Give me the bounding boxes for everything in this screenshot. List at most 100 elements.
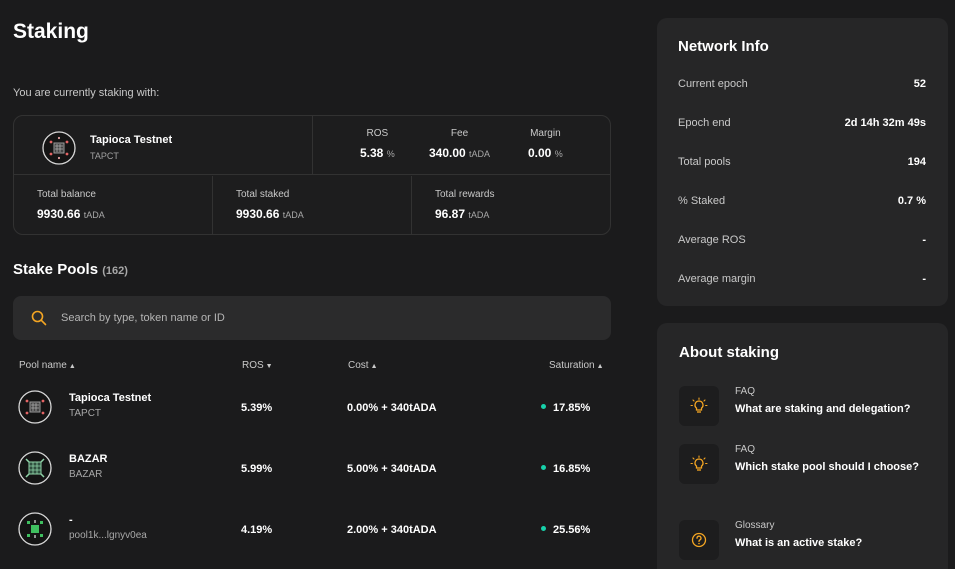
faq-category: FAQ xyxy=(735,386,756,397)
column-header-ros[interactable]: ROS ▼ xyxy=(242,360,273,371)
table-row[interactable]: Tapioca Testnet TAPCT 5.39% 0.00% + 340t… xyxy=(13,384,611,434)
cost-header-label: Cost xyxy=(348,360,369,371)
network-info-row: Epoch end 2d 14h 32m 49s xyxy=(678,117,926,133)
total-balance-label: Total balance xyxy=(37,189,96,200)
network-info-label: Current epoch xyxy=(678,78,748,90)
lightbulb-icon xyxy=(690,455,708,471)
main-content: Staking You are currently staking with: … xyxy=(13,0,611,569)
network-info-value: 2d 14h 32m 49s xyxy=(844,117,926,129)
total-rewards-value: 96.87 xyxy=(435,207,466,221)
fee-stat: Fee 340.00 tADA xyxy=(429,128,490,160)
margin-stat-value: 0.00 xyxy=(528,146,552,160)
current-delegation-card: Tapioca Testnet TAPCT ROS 5.38 % Fee 340… xyxy=(13,115,611,235)
network-info-label: Average margin xyxy=(678,273,756,285)
pool-avatar xyxy=(18,390,52,424)
pool-cost: 5.00% + 340tADA xyxy=(347,463,437,475)
pool-name: Tapioca Testnet xyxy=(69,392,152,404)
saturation-value: 16.85% xyxy=(553,463,591,475)
network-info-row: % Staked 0.7 % xyxy=(678,195,926,211)
network-info-label: Average ROS xyxy=(678,234,746,246)
faq-category: FAQ xyxy=(735,444,756,455)
total-staked-value: 9930.66 xyxy=(236,207,280,221)
network-info-value: - xyxy=(922,273,926,285)
pool-search xyxy=(13,296,611,340)
saturation-status-dot xyxy=(541,526,546,531)
pool-avatar xyxy=(18,512,52,546)
search-icon xyxy=(31,310,47,326)
search-input[interactable] xyxy=(61,308,581,328)
pool-ticker: BAZAR xyxy=(69,469,103,480)
glossary-icon-box xyxy=(679,520,719,560)
table-row[interactable]: - pool1k...lgnyv0ea 4.19% 2.00% + 340tAD… xyxy=(13,506,611,556)
lightbulb-icon xyxy=(690,397,708,413)
network-info-value: 0.7 % xyxy=(897,195,926,207)
ros-stat-unit: % xyxy=(386,149,395,159)
saturation-value: 17.85% xyxy=(553,402,591,414)
faq-question: What are staking and delegation? xyxy=(735,403,911,415)
stake-pools-count: (162) xyxy=(102,265,128,277)
total-staked-unit: tADA xyxy=(282,210,304,220)
margin-stat-unit: % xyxy=(554,149,563,159)
fee-stat-label: Fee xyxy=(450,128,469,139)
pool-avatar xyxy=(18,451,52,485)
tapioca-pool-avatar xyxy=(42,131,76,165)
glossary-category: Glossary xyxy=(735,520,775,531)
network-info-card: Network Info Current epoch 52 Epoch end … xyxy=(657,18,948,306)
margin-stat-label: Margin xyxy=(530,128,561,139)
pool-cost: 0.00% + 340tADA xyxy=(347,402,437,414)
faq-item[interactable]: FAQ Which stake pool should I choose? xyxy=(679,444,934,492)
saturation-header-label: Saturation xyxy=(549,360,595,371)
network-info-title: Network Info xyxy=(678,38,769,55)
delegated-pool-name: Tapioca Testnet xyxy=(90,134,173,146)
network-info-label: % Staked xyxy=(678,195,726,207)
ros-stat: ROS 5.38 % xyxy=(360,128,395,160)
ros-header-label: ROS xyxy=(242,360,264,371)
about-staking-card: About staking FAQ What are staking and d… xyxy=(657,323,948,569)
total-rewards: Total rewards 96.87 tADA xyxy=(412,176,611,235)
total-balance: Total balance 9930.66 tADA xyxy=(14,176,213,235)
total-staked-label: Total staked xyxy=(236,189,290,200)
pool-saturation: 17.85% xyxy=(541,402,590,414)
pool-name: BAZAR xyxy=(69,453,108,465)
column-header-pool-name[interactable]: Pool name ▲ xyxy=(19,360,76,371)
total-rewards-unit: tADA xyxy=(468,210,490,220)
glossary-item[interactable]: Glossary What is an active stake? xyxy=(679,520,934,568)
sort-up-icon: ▲ xyxy=(68,363,76,370)
pool-name: - xyxy=(69,514,73,526)
column-header-saturation[interactable]: Saturation ▲ xyxy=(549,360,604,371)
network-info-row: Average ROS - xyxy=(678,234,926,250)
pool-name-header-label: Pool name xyxy=(19,360,67,371)
stake-pools-heading: Stake Pools xyxy=(13,261,99,278)
total-rewards-label: Total rewards xyxy=(435,189,495,200)
total-staked: Total staked 9930.66 tADA xyxy=(213,176,412,235)
fee-stat-unit: tADA xyxy=(469,149,491,159)
margin-stat: Margin 0.00 % xyxy=(528,128,563,160)
network-info-value: 194 xyxy=(907,156,926,168)
faq-item[interactable]: FAQ What are staking and delegation? xyxy=(679,386,934,434)
pool-ros: 5.39% xyxy=(241,402,273,414)
ros-stat-label: ROS xyxy=(366,128,389,139)
fee-stat-value: 340.00 xyxy=(429,146,466,160)
table-row[interactable]: BAZAR BAZAR 5.99% 5.00% + 340tADA 16.85% xyxy=(13,445,611,495)
pool-ticker: pool1k...lgnyv0ea xyxy=(69,530,147,541)
faq-question: Which stake pool should I choose? xyxy=(735,461,919,473)
pool-ros: 4.19% xyxy=(241,524,273,536)
sort-down-icon: ▼ xyxy=(265,363,273,370)
ros-stat-value: 5.38 xyxy=(360,146,384,160)
pool-saturation: 16.85% xyxy=(541,463,590,475)
network-info-label: Epoch end xyxy=(678,117,731,129)
glossary-question: What is an active stake? xyxy=(735,537,863,549)
pool-cost: 2.00% + 340tADA xyxy=(347,524,437,536)
saturation-status-dot xyxy=(541,465,546,470)
column-header-cost[interactable]: Cost ▲ xyxy=(348,360,378,371)
saturation-value: 25.56% xyxy=(553,524,591,536)
network-info-label: Total pools xyxy=(678,156,731,168)
page-title: Staking xyxy=(13,20,89,43)
stake-pools-title: Stake Pools (162) xyxy=(13,261,128,278)
delegated-pool[interactable]: Tapioca Testnet TAPCT xyxy=(14,116,313,175)
pool-ros: 5.99% xyxy=(241,463,273,475)
network-info-row: Current epoch 52 xyxy=(678,78,926,94)
about-staking-title: About staking xyxy=(679,344,779,361)
network-info-row: Total pools 194 xyxy=(678,156,926,172)
pool-ticker: TAPCT xyxy=(69,408,102,419)
